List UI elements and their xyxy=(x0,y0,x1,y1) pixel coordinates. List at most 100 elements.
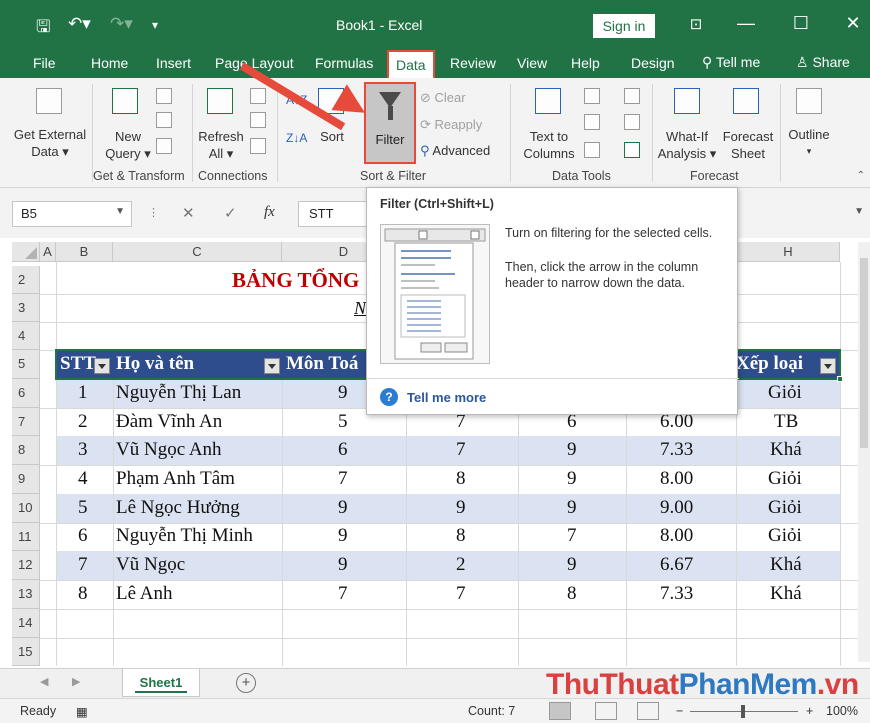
zoom-in-button[interactable]: + xyxy=(806,704,813,718)
scroll-sheets-right-icon[interactable]: ▶ xyxy=(72,675,80,688)
sheet-tab-sheet1[interactable]: Sheet1 xyxy=(122,669,200,697)
from-table-icon[interactable] xyxy=(156,112,172,128)
sort-button[interactable]: Sort xyxy=(314,128,350,145)
row-header[interactable]: 14 xyxy=(12,609,40,638)
zoom-level[interactable]: 100% xyxy=(826,704,858,718)
properties-icon[interactable] xyxy=(250,112,266,128)
cell-f[interactable]: 9 xyxy=(567,468,577,490)
row-header[interactable]: 13 xyxy=(12,580,40,609)
edit-links-icon[interactable] xyxy=(250,138,266,154)
undo-icon[interactable]: ↶▾ xyxy=(68,14,91,34)
cell-d[interactable]: 7 xyxy=(338,468,348,490)
row-header[interactable]: 8 xyxy=(12,436,40,465)
column-header-c[interactable]: C xyxy=(113,242,282,262)
cell-name[interactable]: Đàm Vĩnh An xyxy=(116,411,222,433)
cell-d[interactable]: 7 xyxy=(338,583,348,605)
customize-quick-access-icon[interactable]: ▾ xyxy=(152,18,158,32)
cell-rank[interactable]: TB xyxy=(774,411,798,433)
remove-duplicates-icon[interactable] xyxy=(584,114,600,130)
tab-insert[interactable]: Insert xyxy=(156,55,191,71)
row-header[interactable]: 9 xyxy=(12,465,40,494)
tab-home[interactable]: Home xyxy=(91,55,128,71)
get-external-data-button[interactable]: Get External Data ▾ xyxy=(12,126,88,160)
sheet-title[interactable]: BẢNG TỔNG xyxy=(232,268,359,293)
save-icon[interactable]: 🖫 xyxy=(36,14,50,43)
cell-name[interactable]: Nguyễn Thị Lan xyxy=(116,382,241,404)
column-header-h[interactable]: H xyxy=(736,242,840,262)
name-box[interactable]: B5 ▼ xyxy=(12,201,132,227)
cell-d[interactable]: 9 xyxy=(338,382,348,404)
tab-file[interactable]: File xyxy=(33,55,56,71)
row-header[interactable]: 6 xyxy=(12,379,40,408)
row-header[interactable]: 10 xyxy=(12,494,40,523)
cell-stt[interactable]: 1 xyxy=(78,382,88,404)
outline-button[interactable]: Outline ▾ xyxy=(784,126,834,160)
tab-data[interactable]: Data xyxy=(387,50,435,78)
refresh-all-button[interactable]: Refresh All ▾ xyxy=(196,128,246,162)
tell-me-box[interactable]: ⚲ Tell me xyxy=(702,54,760,71)
cell-d[interactable]: 9 xyxy=(338,497,348,519)
cell-f[interactable]: 7 xyxy=(567,525,577,547)
reapply-button[interactable]: ⟳ Reapply xyxy=(420,116,482,133)
consolidate-icon[interactable] xyxy=(624,88,640,104)
confirm-entry-icon[interactable]: ✓ xyxy=(224,204,237,222)
sign-in-button[interactable]: Sign in xyxy=(593,14,655,38)
scroll-sheets-left-icon[interactable]: ◀ xyxy=(40,675,48,688)
new-query-button[interactable]: New Query ▾ xyxy=(100,128,156,162)
cell-g[interactable]: 8.00 xyxy=(660,468,693,490)
cell-d[interactable]: 9 xyxy=(338,525,348,547)
cell-stt[interactable]: 4 xyxy=(78,468,88,490)
cell-d[interactable]: 6 xyxy=(338,439,348,461)
cancel-entry-icon[interactable]: ✕ xyxy=(182,204,195,222)
ribbon-display-options-icon[interactable]: ⊡ xyxy=(681,15,711,33)
cell-e[interactable]: 9 xyxy=(456,497,466,519)
clear-button[interactable]: ⊘ Clear xyxy=(420,89,466,106)
cell-g[interactable]: 7.33 xyxy=(660,439,693,461)
add-sheet-icon[interactable]: + xyxy=(236,673,256,693)
minimize-icon[interactable]: — xyxy=(731,13,761,34)
cell-f[interactable]: 9 xyxy=(567,554,577,576)
redo-icon[interactable]: ↷▾ xyxy=(110,14,133,34)
cell-e[interactable]: 7 xyxy=(456,583,466,605)
cell-name[interactable]: Vũ Ngọc Anh xyxy=(116,439,222,461)
text-to-columns-button[interactable]: Text to Columns xyxy=(518,128,580,162)
cell-g[interactable]: 7.33 xyxy=(660,583,693,605)
cell-e[interactable]: 2 xyxy=(456,554,466,576)
cell-g[interactable]: 8.00 xyxy=(660,525,693,547)
connections-icon[interactable] xyxy=(250,88,266,104)
sheet-subtitle[interactable]: N xyxy=(354,298,366,319)
cell-stt[interactable]: 6 xyxy=(78,525,88,547)
data-validation-icon[interactable] xyxy=(584,142,600,158)
row-header[interactable]: 15 xyxy=(12,638,40,666)
row-header[interactable]: 12 xyxy=(12,551,40,580)
cell-f[interactable]: 9 xyxy=(567,439,577,461)
fill-handle[interactable] xyxy=(837,376,843,382)
expand-formula-bar-icon[interactable]: ▼ xyxy=(854,206,864,217)
column-header-b[interactable]: B xyxy=(56,242,113,262)
tell-me-more-link[interactable]: Tell me more xyxy=(407,390,486,405)
row-header[interactable]: 3 xyxy=(12,294,40,322)
cell-e[interactable]: 8 xyxy=(456,468,466,490)
page-layout-view-icon[interactable] xyxy=(595,702,617,720)
cell-stt[interactable]: 3 xyxy=(78,439,88,461)
row-header[interactable]: 11 xyxy=(12,523,40,551)
cell-rank[interactable]: Khá xyxy=(770,554,802,576)
filter-button[interactable]: Filter xyxy=(364,82,416,164)
cell-f[interactable]: 8 xyxy=(567,583,577,605)
cell-rank[interactable]: Khá xyxy=(770,439,802,461)
cell-name[interactable]: Nguyễn Thị Minh xyxy=(116,525,253,547)
tab-review[interactable]: Review xyxy=(450,55,496,71)
normal-view-icon[interactable] xyxy=(549,702,571,720)
formula-input[interactable]: STT xyxy=(298,201,370,227)
cell-rank[interactable]: Giỏi xyxy=(768,497,802,519)
zoom-out-button[interactable]: − xyxy=(676,704,683,718)
cell-rank[interactable]: Giỏi xyxy=(768,382,802,404)
row-header[interactable]: 2 xyxy=(12,266,40,294)
vertical-scrollbar[interactable] xyxy=(858,242,870,662)
sort-z-to-a-icon[interactable]: Z↓A xyxy=(286,130,307,147)
collapse-ribbon-icon[interactable]: ⌃ xyxy=(857,170,865,181)
tab-formulas[interactable]: Formulas xyxy=(315,55,373,71)
macro-recording-icon[interactable]: ▦ xyxy=(76,704,88,719)
scrollbar-thumb[interactable] xyxy=(860,258,868,448)
column-header-a[interactable]: A xyxy=(40,242,56,262)
